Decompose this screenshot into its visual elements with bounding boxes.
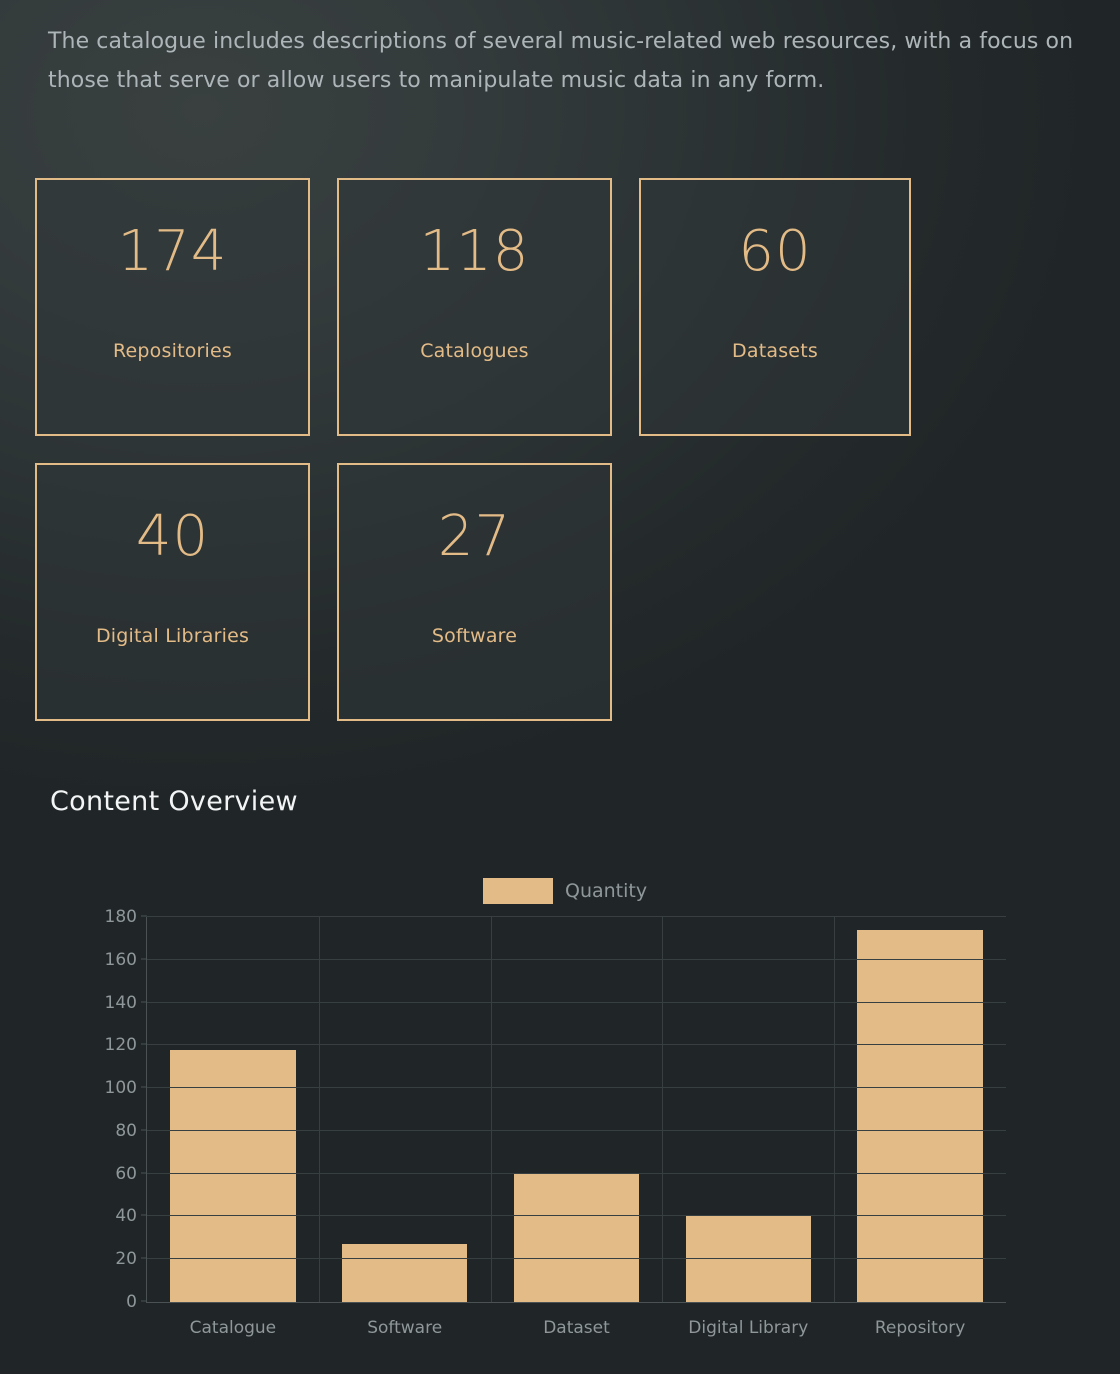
- gridline-horizontal: [147, 916, 1006, 917]
- chart-bar-slot: Catalogue: [147, 917, 319, 1338]
- gridline-vertical: [662, 917, 664, 1302]
- stat-label: Software: [431, 625, 518, 647]
- x-axis-tick-label: Repository: [874, 1318, 966, 1338]
- y-axis-tick-label: 180: [104, 907, 137, 927]
- stat-value: 118: [419, 219, 530, 284]
- y-axis-tick-label: 160: [104, 949, 137, 970]
- stat-card-digital-libraries[interactable]: 40 Digital Libraries: [35, 463, 310, 721]
- gridline-horizontal: [147, 1129, 1006, 1131]
- gridline-vertical: [834, 917, 836, 1302]
- stat-label: Repositories: [112, 340, 233, 362]
- stat-card-datasets[interactable]: 60 Datasets: [639, 178, 911, 436]
- y-axis-tick-mark: [141, 915, 147, 917]
- chart-legend[interactable]: Quantity: [483, 878, 647, 904]
- stat-card-row-1: 174 Repositories 118 Catalogues 60 Datas…: [35, 178, 1085, 436]
- y-axis-tick-mark: [141, 1257, 147, 1259]
- chart-bar[interactable]: [341, 1244, 468, 1302]
- stat-label: Datasets: [732, 340, 818, 362]
- stat-value: 174: [117, 219, 228, 284]
- y-axis-tick-mark: [141, 1043, 147, 1045]
- x-axis-tick-label: Catalogue: [189, 1318, 277, 1338]
- stat-value: 27: [437, 504, 512, 569]
- y-axis-tick-mark: [141, 1214, 147, 1216]
- y-axis-tick-mark: [141, 1001, 147, 1003]
- stat-card-row-2: 40 Digital Libraries 27 Software: [35, 463, 1085, 721]
- gridline-horizontal: [147, 1001, 1006, 1003]
- gridline-horizontal: [147, 1215, 1006, 1217]
- chart-bars: Catalogue Software Dataset Digital Library R…: [147, 917, 1006, 1338]
- y-axis-tick-mark: [141, 958, 147, 960]
- y-axis-tick-label: 140: [104, 992, 137, 1013]
- gridline-horizontal: [147, 1172, 1006, 1174]
- chart-bar-slot: Dataset: [491, 917, 663, 1338]
- chart-bar-slot: Digital Library: [662, 917, 834, 1338]
- x-axis-tick-label: Software: [367, 1318, 443, 1338]
- y-axis-tick-label: 60: [115, 1163, 137, 1184]
- gridline-horizontal: [147, 1258, 1006, 1260]
- gridline-horizontal: [147, 1087, 1006, 1089]
- chart-bar-slot: Repository: [834, 917, 1006, 1338]
- y-axis-tick-mark: [141, 1300, 147, 1302]
- dashboard-page: The catalogue includes descriptions of s…: [0, 0, 1120, 1374]
- chart-plot-area: Catalogue Software Dataset Digital Library R…: [105, 907, 1006, 1338]
- y-axis-tick-label: 40: [115, 1206, 137, 1227]
- y-axis-tick-label: 80: [115, 1120, 137, 1141]
- gridline-horizontal: [147, 1044, 1006, 1046]
- legend-swatch-quantity: [483, 878, 553, 904]
- y-axis-tick-label: 20: [115, 1249, 137, 1270]
- chart-bar-slot: Software: [319, 917, 491, 1338]
- stat-card-grid: 174 Repositories 118 Catalogues 60 Datas…: [35, 178, 1085, 748]
- stat-value: 60: [738, 219, 812, 284]
- stat-label: Digital Libraries: [95, 625, 250, 647]
- stat-label: Catalogues: [420, 340, 529, 362]
- x-axis-tick-label: Dataset: [543, 1318, 610, 1338]
- stat-card-repositories[interactable]: 174 Repositories: [35, 178, 310, 436]
- x-axis-tick-label: Digital Library: [688, 1318, 809, 1338]
- y-axis-tick-mark: [141, 1172, 147, 1174]
- intro-paragraph: The catalogue includes descriptions of s…: [48, 29, 1074, 93]
- y-axis-tick-mark: [141, 1129, 147, 1131]
- stat-card-software[interactable]: 27 Software: [337, 463, 612, 721]
- stat-value: 40: [135, 504, 210, 569]
- section-title-content-overview: Content Overview: [50, 786, 298, 817]
- chart-bar[interactable]: [857, 929, 983, 1302]
- chart-bar[interactable]: [513, 1173, 640, 1302]
- gridline-vertical: [490, 917, 492, 1302]
- stat-card-catalogues[interactable]: 118 Catalogues: [337, 178, 612, 436]
- y-axis-tick-label: 120: [104, 1035, 137, 1056]
- y-axis-tick-label: 100: [104, 1078, 137, 1099]
- y-axis-tick-label: 0: [126, 1292, 137, 1312]
- y-axis-tick-mark: [141, 1086, 147, 1088]
- content-overview-chart: Quantity Catalogue Software Dataset Digital…: [0, 855, 1120, 1355]
- gridline-vertical: [318, 917, 320, 1302]
- legend-label-quantity: Quantity: [565, 880, 648, 902]
- gridline-horizontal: [147, 958, 1006, 960]
